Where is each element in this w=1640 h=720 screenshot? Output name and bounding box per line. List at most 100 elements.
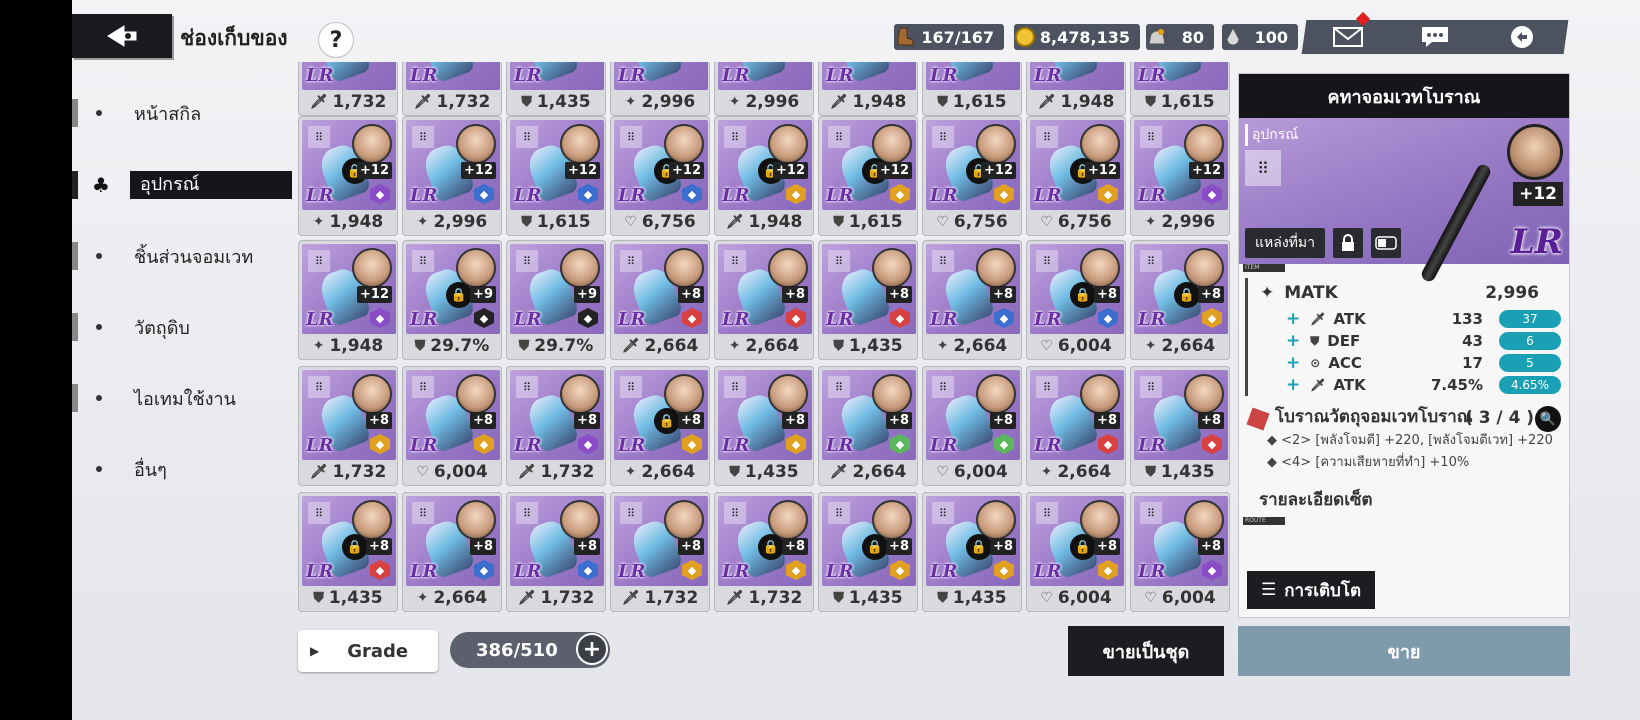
equipment-card[interactable]: ⠿ 🔒 +8 LR ◆ ⛊ 1,435 [298, 492, 398, 612]
item-level: +8 [678, 412, 704, 429]
equipment-card[interactable]: ⠿ +8 LR ◆ ♡ 6,004 [922, 366, 1022, 486]
sword-icon: 🗡 [1310, 312, 1326, 326]
grid-menu-icon[interactable]: ⠿ [1245, 150, 1281, 186]
item-art: ⠿LR [822, 62, 916, 90]
equipment-card[interactable]: ⠿ 🔒 +8 LR ◆ ♡ 6,004 [1026, 492, 1126, 612]
item-art: ⠿LR [302, 62, 396, 90]
star-icon: ✦ [312, 338, 325, 354]
equipment-card[interactable]: ⠿ +9 LR ◆ ⛊ 29.7% [506, 240, 606, 360]
equipment-card[interactable]: ⠿ 🔒 +12 LR ◆ ♡ 6,756 [922, 116, 1022, 236]
item-art: ⠿LR [614, 62, 708, 90]
magnifier-icon[interactable]: 🔍 [1535, 406, 1561, 432]
shield-icon: ⛊ [521, 214, 532, 230]
equipment-card[interactable]: ⠿ 🔒 +12 LR ◆ ✦ 1,948 [298, 116, 398, 236]
item-stat-value: 1,615 [1160, 92, 1215, 112]
item-level: +8 [1094, 538, 1120, 555]
sidebar-item-equipment[interactable]: ♣ อุปกรณ์ [72, 170, 292, 200]
equipment-card[interactable]: ⠿LR🗡1,732 [402, 62, 502, 116]
equipment-card[interactable]: ⠿ +8 LR ◆ ✦ 2,664 [402, 492, 502, 612]
toggle-view-button[interactable] [1371, 228, 1401, 258]
equipment-card[interactable]: ⠿ +8 LR ◆ 🗡 1,732 [610, 492, 710, 612]
equipment-card[interactable]: ⠿ 🔒 +12 LR ◆ ♡ 6,756 [610, 116, 710, 236]
equipment-card[interactable]: ⠿ 🔒 +8 LR ◆ ✦ 2,664 [1130, 240, 1230, 360]
equipment-card[interactable]: ⠿ +8 LR ◆ 🗡 1,732 [506, 366, 606, 486]
heart-icon: ♡ [624, 214, 637, 230]
item-art: ⠿ +8 LR ◆ [1134, 496, 1228, 586]
equipment-card[interactable]: ⠿LR🗡1,948 [1026, 62, 1126, 116]
sell-button[interactable]: ขาย [1238, 626, 1570, 676]
grade-sort-button[interactable]: ▶ Grade [298, 630, 438, 672]
item-level: +8 [782, 412, 808, 429]
equipment-card[interactable]: ⠿ +8 LR ◆ ✦ 2,664 [1026, 366, 1126, 486]
equipment-card[interactable]: ⠿ 🔒 +8 LR ◆ ⛊ 1,435 [818, 492, 918, 612]
equipment-card[interactable]: ⠿LR⛊1,615 [1130, 62, 1230, 116]
equipment-card[interactable]: ⠿LR⛊1,615 [922, 62, 1022, 116]
equipment-card[interactable]: ⠿LR🗡1,732 [298, 62, 398, 116]
sword-icon: 🗡 [309, 464, 328, 480]
element-badge-icon: ◆ [1202, 434, 1222, 454]
growth-button[interactable]: ☰ การเติบโต [1247, 571, 1375, 609]
item-art: ⠿LR [926, 62, 1020, 90]
equipment-card[interactable]: ⠿ +8 LR ◆ ⛊ 1,435 [714, 366, 814, 486]
equipment-card[interactable]: ⠿ +8 LR ◆ 🗡 1,732 [298, 366, 398, 486]
equipment-card[interactable]: ⠿ +8 LR ◆ 🗡 2,664 [818, 366, 918, 486]
equipment-card[interactable]: ⠿ +12 LR ◆ ⛊ 1,615 [506, 116, 606, 236]
gold-coin-icon [1012, 24, 1038, 50]
grid-menu-icon: ⠿ [308, 126, 330, 148]
equipment-card[interactable]: ⠿ 🔒 +8 LR ◆ ♡ 6,004 [1026, 240, 1126, 360]
return-button[interactable] [1492, 20, 1552, 54]
element-badge-icon: ◆ [370, 560, 390, 580]
equipment-grid[interactable]: ⠿LR🗡1,732⠿LR🗡1,732⠿LR⛊1,435⠿LR✦2,996⠿LR✦… [298, 62, 1230, 618]
rarity-label: LR [1034, 309, 1062, 330]
sidebar-item-materials[interactable]: วัตถุดิบ [72, 312, 292, 342]
equipment-card[interactable]: ⠿ 🔒 +8 LR ◆ ✦ 2,664 [610, 366, 710, 486]
equipment-card[interactable]: ⠿ +12 LR ◆ ✦ 2,996 [1130, 116, 1230, 236]
sword-icon: 🗡 [725, 214, 744, 230]
rarity-label: LR [618, 65, 646, 86]
equipment-card[interactable]: ⠿ +8 LR ◆ ♡ 6,004 [402, 366, 502, 486]
sidebar-item-skill-page[interactable]: หน้าสกิล [72, 98, 292, 128]
equipment-card[interactable]: ⠿ +12 LR ◆ ✦ 2,996 [402, 116, 502, 236]
equipment-card[interactable]: ⠿ 🔒 +8 LR ◆ ⛊ 1,435 [922, 492, 1022, 612]
equipment-card[interactable]: ⠿ 🔒 +12 LR ◆ 🗡 1,948 [714, 116, 814, 236]
equipment-card[interactable]: ⠿ 🔒 +9 LR ◆ ⛊ 29.7% [402, 240, 502, 360]
equipment-card[interactable]: ⠿ 🔒 +12 LR ◆ ⛊ 1,615 [818, 116, 918, 236]
equipment-card[interactable]: ⠿ +8 LR ◆ ♡ 6,004 [1130, 492, 1230, 612]
rarity-label: LR [1510, 222, 1563, 262]
sidebar-item-usable-items[interactable]: ไอเทมใช้งาน [72, 383, 292, 413]
grid-menu-icon: ⠿ [724, 376, 746, 398]
equipment-card[interactable]: ⠿ +8 LR ◆ 🗡 1,732 [506, 492, 606, 612]
item-art: ⠿ 🔒 +12 LR ◆ [614, 120, 708, 210]
equipment-card[interactable]: ⠿LR⛊1,435 [506, 62, 606, 116]
equipment-card[interactable]: ⠿ +12 LR ◆ ✦ 1,948 [298, 240, 398, 360]
equipment-card[interactable]: ⠿ +8 LR ◆ ✦ 2,664 [922, 240, 1022, 360]
help-button[interactable]: ? [318, 22, 354, 58]
equipment-card[interactable]: ⠿ +8 LR ◆ 🗡 2,664 [610, 240, 710, 360]
item-stat-value: 1,948 [329, 212, 384, 232]
equipment-card[interactable]: ⠿ +8 LR ◆ ✦ 2,664 [714, 240, 814, 360]
lock-button[interactable] [1333, 228, 1363, 258]
element-badge-icon: ◆ [474, 184, 494, 204]
grid-menu-icon: ⠿ [1036, 502, 1058, 524]
back-button[interactable] [72, 14, 172, 58]
equipment-card[interactable]: ⠿ 🔒 +12 LR ◆ ♡ 6,756 [1026, 116, 1126, 236]
sidebar-item-mage-fragments[interactable]: ชิ้นส่วนจอมเวท [72, 241, 292, 271]
chat-button[interactable] [1405, 20, 1465, 54]
equipment-card[interactable]: ⠿LR✦2,996 [714, 62, 814, 116]
sell-set-button[interactable]: ขายเป็นชุด [1068, 626, 1224, 676]
expand-capacity-button[interactable]: + [576, 633, 608, 665]
item-art: ⠿ +12 LR ◆ [302, 244, 396, 334]
equipment-card[interactable]: ⠿ +8 LR ◆ ⛊ 1,435 [1130, 366, 1230, 486]
shield-icon: ⛊ [521, 94, 532, 110]
sidebar-item-others[interactable]: อื่นๆ [72, 454, 292, 484]
equipment-card[interactable]: ⠿ 🔒 +8 LR ◆ 🗡 1,732 [714, 492, 814, 612]
equipment-card[interactable]: ⠿LR✦2,996 [610, 62, 710, 116]
character-portrait [560, 124, 600, 164]
item-stat: ⛊ 1,615 [819, 209, 917, 235]
heart-icon: ♡ [936, 214, 949, 230]
equipment-card[interactable]: ⠿ +8 LR ◆ ⛊ 1,435 [818, 240, 918, 360]
element-badge-icon: ◆ [682, 184, 702, 204]
source-button[interactable]: แหล่งที่มา [1245, 228, 1325, 258]
mail-button[interactable] [1318, 11, 1378, 54]
equipment-card[interactable]: ⠿LR🗡1,948 [818, 62, 918, 116]
